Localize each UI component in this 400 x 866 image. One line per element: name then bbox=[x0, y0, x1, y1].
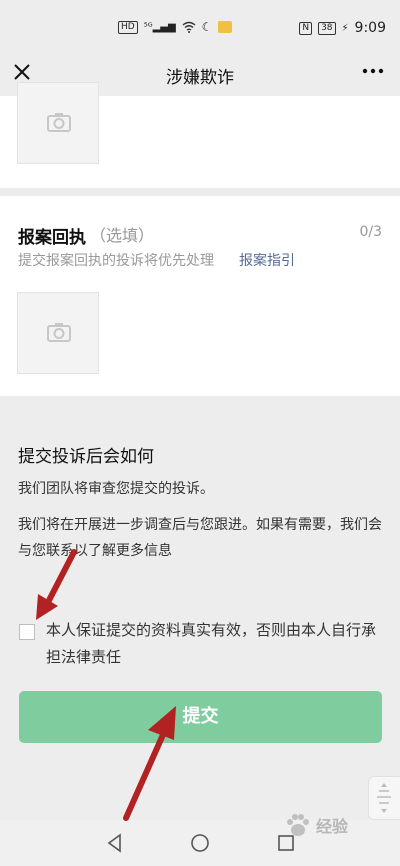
charging-icon: ⚡ bbox=[341, 22, 349, 34]
submit-button[interactable]: 提交 bbox=[19, 691, 382, 743]
report-guide-link[interactable]: 报案指引 bbox=[239, 250, 295, 270]
receipt-photo-upload[interactable] bbox=[17, 292, 99, 374]
receipt-optional-label: （选填） bbox=[90, 226, 155, 245]
status-right: N 38 ⚡ 9:09 bbox=[299, 20, 386, 36]
moon-icon: ☾ bbox=[201, 20, 213, 34]
status-bar: HD ⁵ᴳ▂▄▆ ☾ N 38 ⚡ 9:09 bbox=[0, 0, 400, 52]
info-paragraph-1: 我们团队将审查您提交的投诉。 bbox=[18, 481, 214, 497]
watermark: 经验 bbox=[284, 812, 348, 838]
app-notification-icon bbox=[218, 21, 233, 33]
receipt-title: 报案回执 bbox=[18, 228, 86, 248]
back-icon[interactable] bbox=[104, 832, 126, 854]
nfc-icon: N bbox=[299, 21, 313, 35]
info-title: 提交投诉后会如何 bbox=[18, 447, 154, 467]
battery-indicator: 38 bbox=[318, 21, 336, 35]
signal-5g-icon: ⁵ᴳ▂▄▆ bbox=[143, 21, 176, 33]
watermark-text: 经验 bbox=[316, 817, 349, 836]
agreement-text: 本人保证提交的资料真实有效，否则由本人自行承担法律责任 bbox=[46, 621, 377, 666]
status-time: 9:09 bbox=[354, 20, 386, 36]
home-icon[interactable] bbox=[189, 832, 211, 854]
scroll-handle-icon bbox=[377, 783, 391, 813]
hd-icon: HD bbox=[118, 20, 138, 34]
wifi-icon bbox=[182, 21, 196, 33]
info-paragraph-2: 我们将在开展进一步调查后与您跟进。如果有需要，我们会与您联系以了解更多信息 bbox=[18, 517, 382, 559]
receipt-hint: 提交报案回执的投诉将优先处理 bbox=[18, 253, 214, 269]
camera-icon bbox=[47, 323, 71, 342]
status-icons: HD ⁵ᴳ▂▄▆ ☾ bbox=[118, 20, 233, 34]
camera-icon bbox=[47, 113, 71, 132]
evidence-card bbox=[0, 82, 400, 188]
paw-logo-icon bbox=[287, 814, 309, 836]
receipt-counter: 0/3 bbox=[359, 224, 382, 240]
agreement-checkbox[interactable] bbox=[19, 624, 35, 640]
more-icon[interactable] bbox=[362, 61, 384, 81]
side-scroll-handle[interactable] bbox=[368, 776, 400, 820]
evidence-photo-upload[interactable] bbox=[17, 82, 99, 164]
